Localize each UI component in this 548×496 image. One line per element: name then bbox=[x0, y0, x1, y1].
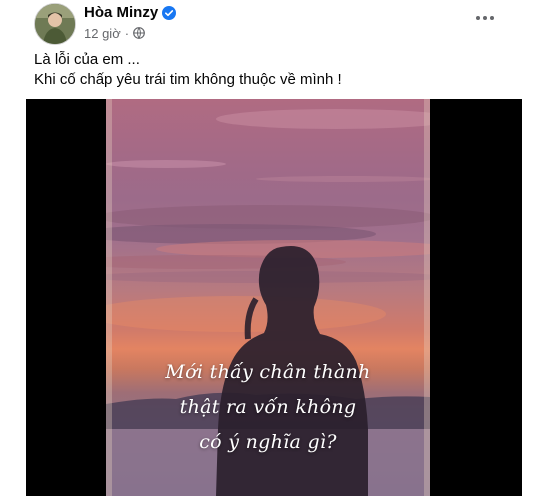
globe-icon[interactable] bbox=[133, 27, 145, 39]
video-caption-line: có ý nghĩa gì? bbox=[199, 431, 337, 453]
video-frame: Mới thấy chân thành thật ra vốn không có… bbox=[106, 99, 430, 496]
post-meta: 12 giờ · bbox=[84, 25, 145, 41]
author-avatar[interactable] bbox=[34, 3, 76, 45]
more-horizontal-icon bbox=[475, 8, 495, 26]
more-options-button[interactable] bbox=[472, 6, 498, 28]
post-text-line: Khi cố chấp yêu trái tim không thuộc về … bbox=[34, 71, 342, 88]
author-name[interactable]: Hòa Minzy bbox=[84, 4, 158, 22]
post-timestamp[interactable]: 12 giờ bbox=[84, 26, 121, 41]
verified-badge-icon bbox=[162, 6, 177, 20]
post-text-line: Là lỗi của em ... bbox=[34, 51, 140, 68]
post-video[interactable]: Mới thấy chân thành thật ra vốn không có… bbox=[26, 99, 522, 496]
video-caption-line: Mới thấy chân thành bbox=[165, 361, 371, 383]
post-card: Hòa Minzy 12 giờ · Là lỗi của em ... Khi… bbox=[0, 0, 548, 496]
meta-separator: · bbox=[124, 25, 130, 41]
video-caption-line: thật ra vốn không bbox=[179, 396, 357, 418]
author-row: Hòa Minzy bbox=[84, 4, 177, 22]
post-text: Là lỗi của em ... Khi cố chấp yêu trái t… bbox=[34, 50, 514, 90]
